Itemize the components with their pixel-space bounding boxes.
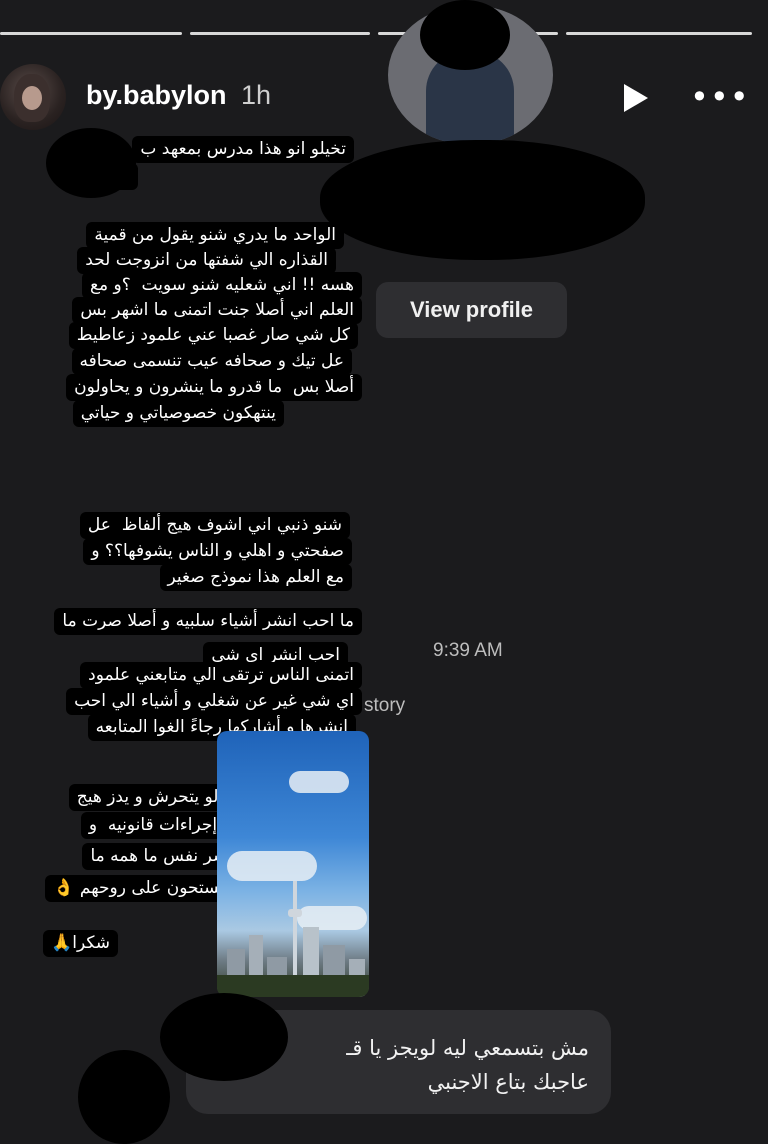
message-line: ينتهكون خصوصياتي و حياتي: [72, 400, 284, 427]
story-thumbnail[interactable]: [217, 731, 369, 997]
message-line: اتمنى الناس ترتقى الي متابعني علمود: [80, 662, 362, 689]
message-timestamp: 9:39 AM: [433, 640, 503, 661]
redaction-blob: [46, 128, 136, 198]
message-line: الواحد ما يدري شنو يقول من قمية: [86, 222, 344, 249]
message-line: مع العلم هذا نموذج صغير: [159, 564, 352, 591]
story-reply-label: story: [364, 695, 406, 716]
message-line: ما احب انشر أشياء سلبيه و أصلا صرت ما: [54, 608, 362, 635]
message-line: كل شي صار غصبا عني علمود زعاطيط: [68, 322, 358, 349]
story-progress-segment-4: [566, 32, 752, 35]
message-line: عل تيك و صحافه عيب تنسمى صحافه: [71, 348, 352, 375]
incoming-message-line-2: عاجبك بتاع الاجنبي: [427, 1070, 589, 1094]
message-line: تخيلو انو هذا مدرس بمعهد ب: [132, 136, 354, 163]
message-line: شنو ذنبي اني اشوف هيج ألفاظ عل: [79, 512, 350, 539]
message-line: يستحون على روحهم 👌: [45, 875, 232, 902]
story-progress-segment-1: [0, 32, 182, 35]
more-options-icon[interactable]: •••: [690, 81, 750, 113]
user-avatar[interactable]: [0, 64, 66, 130]
redaction-blob: [160, 993, 288, 1081]
play-icon[interactable]: [624, 84, 648, 112]
redaction-blob: [78, 1050, 170, 1144]
message-line: أصلا بس ما قدرو ما ينشرون و يحاولون: [66, 374, 362, 401]
message-line: اي شي غير عن شغلي و أشياء الي احب: [66, 688, 362, 715]
incoming-message-line-1: مش بتسمعي ليه لويجز يا قـ: [346, 1036, 589, 1060]
message-line: هسه !! اني شعليه شنو سويت ؟و مع: [81, 272, 362, 299]
message-line: القذاره الي شفتها من انزوجت لحد: [77, 247, 336, 274]
view-profile-button[interactable]: View profile: [376, 282, 567, 338]
story-username[interactable]: by.babylon: [86, 80, 227, 111]
message-line: العلم اني أصلا جنت اتمنى ما اشهر بس: [72, 297, 362, 324]
message-line: شكرا🙏: [43, 930, 118, 957]
message-line: صفحتي و اهلي و الناس يشوفها؟؟ و: [83, 538, 352, 565]
redaction-blob: [420, 0, 510, 70]
story-time: 1h: [241, 80, 272, 110]
story-progress-segment-2: [190, 32, 370, 35]
redaction-blob: [320, 140, 645, 260]
